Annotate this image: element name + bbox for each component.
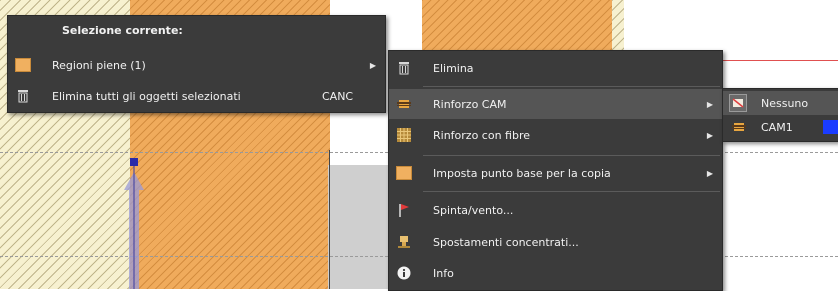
menu-separator bbox=[423, 86, 720, 87]
menu-item-info[interactable]: Info bbox=[389, 258, 722, 288]
menu-item-rinforzo-fibre[interactable]: Rinforzo con fibre ▶ bbox=[389, 120, 722, 150]
none-icon bbox=[729, 94, 747, 112]
base-point-icon bbox=[396, 165, 412, 181]
filled-region-top-right[interactable] bbox=[422, 0, 612, 50]
filled-region-icon bbox=[15, 57, 31, 73]
menu-item-rinforzo-cam[interactable]: Rinforzo CAM ▶ bbox=[389, 89, 722, 119]
menu-header: Selezione corrente: bbox=[62, 24, 183, 37]
cam-reinforcement-icon bbox=[396, 96, 412, 112]
context-menu-rinforzo-cam: Nessuno CAM1 bbox=[722, 88, 838, 142]
cam1-color-swatch bbox=[823, 120, 838, 134]
fiber-reinforcement-icon bbox=[396, 127, 412, 143]
menu-item-imposta-punto-base[interactable]: Imposta punto base per la copia ▶ bbox=[389, 158, 722, 188]
menu-item-spinta-vento[interactable]: Spinta/vento... bbox=[389, 195, 722, 225]
selection-grip-arrow[interactable] bbox=[108, 150, 160, 289]
submenu-arrow-icon: ▶ bbox=[369, 60, 376, 70]
menu-item-elimina-tutti[interactable]: Elimina tutti gli oggetti selezionati CA… bbox=[8, 81, 385, 111]
shortcut-label: CANC bbox=[322, 89, 354, 103]
trash-icon bbox=[15, 88, 31, 104]
trash-icon bbox=[396, 60, 412, 76]
menu-separator bbox=[423, 155, 720, 156]
context-menu-regioni: Elimina Rinforzo CAM ▶ Rinforzo con fibr… bbox=[388, 50, 723, 291]
cam-reinforcement-icon bbox=[731, 119, 747, 135]
menu-item-spostamenti[interactable]: Spostamenti concentrati... bbox=[389, 227, 722, 257]
info-icon bbox=[396, 265, 412, 281]
menu-separator bbox=[423, 191, 720, 192]
gray-element bbox=[328, 165, 388, 289]
red-guide-line bbox=[720, 60, 838, 61]
submenu-arrow-icon: ▶ bbox=[706, 168, 713, 178]
menu-item-regioni-piene[interactable]: Regioni piene (1) ▶ bbox=[8, 50, 385, 80]
submenu-arrow-icon: ▶ bbox=[706, 130, 713, 140]
menu-item-elimina[interactable]: Elimina bbox=[389, 53, 722, 83]
outline-line bbox=[329, 150, 330, 289]
red-flag-icon bbox=[396, 202, 412, 218]
context-menu-main: Selezione corrente: Regioni piene (1) ▶ … bbox=[7, 15, 386, 113]
menu-item-nessuno[interactable]: Nessuno bbox=[723, 91, 838, 115]
menu-item-cam1[interactable]: CAM1 bbox=[723, 115, 838, 139]
hatched-wall-right bbox=[612, 0, 624, 50]
submenu-arrow-icon: ▶ bbox=[706, 99, 713, 109]
displacement-icon bbox=[396, 234, 412, 250]
